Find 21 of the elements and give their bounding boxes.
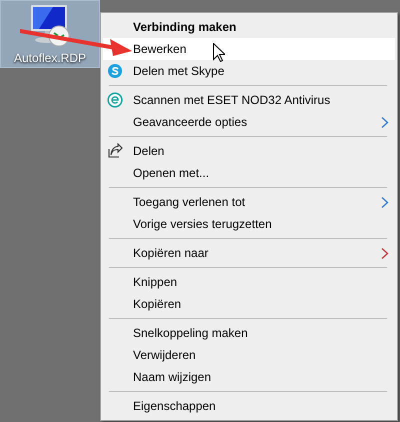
menu-item[interactable]: Kopiëren	[103, 293, 395, 315]
menu-item[interactable]: Delen	[103, 140, 395, 162]
skype-icon	[107, 63, 123, 79]
menu-item[interactable]: Naam wijzigen	[103, 366, 395, 388]
eset-icon	[107, 92, 123, 108]
menu-item[interactable]: Vorige versies terugzetten	[103, 213, 395, 235]
mouse-cursor	[213, 43, 225, 62]
menu-item[interactable]: Kopiëren naar	[103, 242, 395, 264]
share-icon	[107, 143, 123, 159]
menu-item[interactable]: Delen met Skype	[103, 60, 395, 82]
menu-item[interactable]: Toegang verlenen tot	[103, 191, 395, 213]
menu-item[interactable]: Bewerken	[103, 38, 395, 60]
menu-item[interactable]: Openen met...	[103, 162, 395, 184]
menu-item[interactable]: Snelkoppeling maken	[103, 322, 395, 344]
menu-item[interactable]: Knippen	[103, 271, 395, 293]
menu-item[interactable]: Verwijderen	[103, 344, 395, 366]
menu-item[interactable]: Scannen met ESET NOD32 Antivirus	[103, 89, 395, 111]
menu-item[interactable]: Eigenschappen	[103, 395, 395, 417]
file-name: Autoflex.RDP	[14, 51, 86, 65]
menu-item[interactable]: Verbinding maken	[103, 16, 395, 38]
menu-item[interactable]: Geavanceerde opties	[103, 111, 395, 133]
